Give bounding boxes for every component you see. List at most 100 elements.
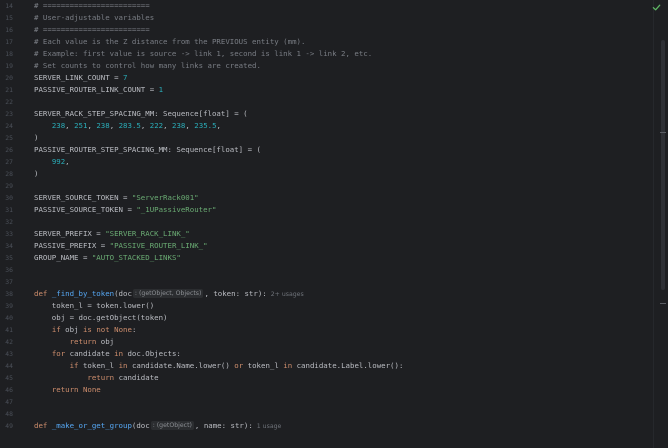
line-code[interactable]: return None <box>34 384 101 396</box>
line-code[interactable]: if obj is not None: <box>34 324 137 336</box>
code-line[interactable]: 14 # ======================== <box>0 0 640 12</box>
line-code[interactable]: # Example: first value is source -> link… <box>34 48 372 60</box>
line-code[interactable]: GROUP_NAME = "AUTO_STACKED_LINKS" <box>34 252 181 264</box>
line-code[interactable]: SERVER_LINK_COUNT = 7 <box>34 72 127 84</box>
code-line[interactable]: 18 # Example: first value is source -> li… <box>0 48 640 60</box>
code-token: , <box>109 121 119 130</box>
code-token: GROUP_NAME = <box>34 253 92 262</box>
code-token: , <box>216 121 221 130</box>
code-line[interactable]: 38 def _find_by_token(doc: (getObject, Ob… <box>0 288 640 300</box>
line-code[interactable]: def _make_or_get_group(doc: (getObject),… <box>34 420 281 433</box>
code-line[interactable]: 20 SERVER_LINK_COUNT = 7 <box>0 72 640 84</box>
code-token: if <box>69 361 83 370</box>
line-number: 39 <box>5 302 13 310</box>
line-code[interactable]: ) <box>34 132 38 144</box>
code-token: , <box>87 121 97 130</box>
line-code[interactable]: PASSIVE_SOURCE_TOKEN = "_1UPassiveRouter… <box>34 204 216 216</box>
code-line[interactable]: 37 <box>0 276 640 288</box>
code-line[interactable]: 26 PASSIVE_ROUTER_STEP_SPACING_MM: Sequen… <box>0 144 640 156</box>
line-number: 32 <box>5 218 13 226</box>
code-line[interactable]: 48 <box>0 408 640 420</box>
code-line[interactable]: 16 # ======================== <box>0 24 640 36</box>
line-code[interactable]: PASSIVE_ROUTER_STEP_SPACING_MM: Sequence… <box>34 144 261 156</box>
line-number: 48 <box>5 410 13 418</box>
line-number: 44 <box>5 362 13 370</box>
code-token: "SERVER_RACK_LINK_" <box>105 229 190 238</box>
line-code[interactable]: return candidate <box>34 372 158 384</box>
code-line[interactable]: 29 <box>0 180 640 192</box>
line-code[interactable]: return obj <box>34 336 115 348</box>
code-line[interactable]: 17 # Each value is the Z distance from th… <box>0 36 640 48</box>
code-line[interactable]: 36 <box>0 264 640 276</box>
code-line[interactable]: 23 SERVER_RACK_STEP_SPACING_MM: Sequence[… <box>0 108 640 120</box>
code-line[interactable]: 45 return candidate <box>0 372 640 384</box>
line-code[interactable]: PASSIVE_PREFIX = "PASSIVE_ROUTER_LINK_" <box>34 240 208 252</box>
code-token: 7 <box>123 73 128 82</box>
line-number: 28 <box>5 170 13 178</box>
code-line[interactable]: 33 SERVER_PREFIX = "SERVER_RACK_LINK_" <box>0 228 640 240</box>
line-number: 20 <box>5 74 13 82</box>
code-line[interactable]: 31 PASSIVE_SOURCE_TOKEN = "_1UPassiveRout… <box>0 204 640 216</box>
code-line[interactable]: 39 token_l = token.lower() <box>0 300 640 312</box>
editor-scrollbar[interactable] <box>652 0 668 448</box>
usages-hint[interactable]: 1 usage <box>257 423 282 430</box>
line-number: 26 <box>5 146 13 154</box>
code-token: obj = doc.getObject(token) <box>34 313 168 322</box>
code-line[interactable]: 43 for candidate in doc.Objects: <box>0 348 640 360</box>
line-code[interactable]: # User-adjustable variables <box>34 12 154 24</box>
code-token: 238 <box>96 121 110 130</box>
line-code[interactable]: 992, <box>34 156 70 168</box>
usages-hint[interactable]: 2+ usages <box>271 291 304 298</box>
code-line[interactable]: 19 # Set counts to control how many links… <box>0 60 640 72</box>
line-code[interactable]: obj = doc.getObject(token) <box>34 312 168 324</box>
scroll-thumb[interactable] <box>661 40 665 290</box>
line-number: 34 <box>5 242 13 250</box>
code-line[interactable]: 22 <box>0 96 640 108</box>
code-line[interactable]: 44 if token_l in candidate.Name.lower() … <box>0 360 640 372</box>
code-editor[interactable]: 14 # ======================== 15 # User-adj… <box>0 0 668 448</box>
code-line[interactable]: 49 def _make_or_get_group(doc: (getObject… <box>0 420 640 432</box>
code-line[interactable]: 28) <box>0 168 640 180</box>
line-code[interactable]: SERVER_RACK_STEP_SPACING_MM: Sequence[fl… <box>34 108 248 120</box>
code-line[interactable]: 27 992, <box>0 156 640 168</box>
line-code[interactable]: # ======================== <box>34 24 150 36</box>
code-line[interactable]: 21 PASSIVE_ROUTER_LINK_COUNT = 1 <box>0 84 640 96</box>
line-code[interactable]: # Set counts to control how many links a… <box>34 60 261 72</box>
code-token: candidate <box>69 349 115 358</box>
line-number: 22 <box>5 98 13 106</box>
line-code[interactable]: PASSIVE_ROUTER_LINK_COUNT = 1 <box>34 84 163 96</box>
line-code[interactable]: ) <box>34 168 38 180</box>
code-token: token_l <box>82 361 119 370</box>
inlay-type-hint[interactable]: : (getObject) <box>150 421 194 430</box>
code-token: is not None <box>82 325 132 334</box>
line-code[interactable]: SERVER_PREFIX = "SERVER_RACK_LINK_" <box>34 228 190 240</box>
line-code[interactable]: SERVER_SOURCE_TOKEN = "ServerRack001" <box>34 192 199 204</box>
code-line[interactable]: 34 PASSIVE_PREFIX = "PASSIVE_ROUTER_LINK_… <box>0 240 640 252</box>
code-line[interactable]: 47 <box>0 396 640 408</box>
line-code[interactable]: token_l = token.lower() <box>34 300 154 312</box>
code-token: token_l = token.lower() <box>34 301 155 310</box>
code-line[interactable]: 46 return None <box>0 384 640 396</box>
code-line[interactable]: 25) <box>0 132 640 144</box>
inlay-type-hint[interactable]: : (getObject, Objects) <box>132 289 204 298</box>
line-code[interactable]: for candidate in doc.Objects: <box>34 348 181 360</box>
code-token: 222 <box>149 121 164 130</box>
line-code[interactable]: # Each value is the Z distance from the … <box>34 36 305 48</box>
code-line[interactable]: 41 if obj is not None: <box>0 324 640 336</box>
line-code[interactable]: if token_l in candidate.Name.lower() or … <box>34 360 404 372</box>
code-token: : <box>131 325 137 334</box>
line-number: 49 <box>5 422 13 430</box>
code-line[interactable]: 42 return obj <box>0 336 640 348</box>
code-token: def <box>34 421 52 430</box>
check-icon[interactable] <box>652 3 661 12</box>
line-code[interactable]: 238, 251, 238, 283.5, 222, 238, 235.5, <box>34 120 221 132</box>
code-line[interactable]: 35 GROUP_NAME = "AUTO_STACKED_LINKS" <box>0 252 640 264</box>
line-number: 45 <box>5 374 13 382</box>
line-code[interactable]: # ======================== <box>34 0 150 12</box>
code-line[interactable]: 15 # User-adjustable variables <box>0 12 640 24</box>
code-line[interactable]: 40 obj = doc.getObject(token) <box>0 312 640 324</box>
code-line[interactable]: 30 SERVER_SOURCE_TOKEN = "ServerRack001" <box>0 192 640 204</box>
code-line[interactable]: 32 <box>0 216 640 228</box>
code-line[interactable]: 24 238, 251, 238, 283.5, 222, 238, 235.5… <box>0 120 640 132</box>
